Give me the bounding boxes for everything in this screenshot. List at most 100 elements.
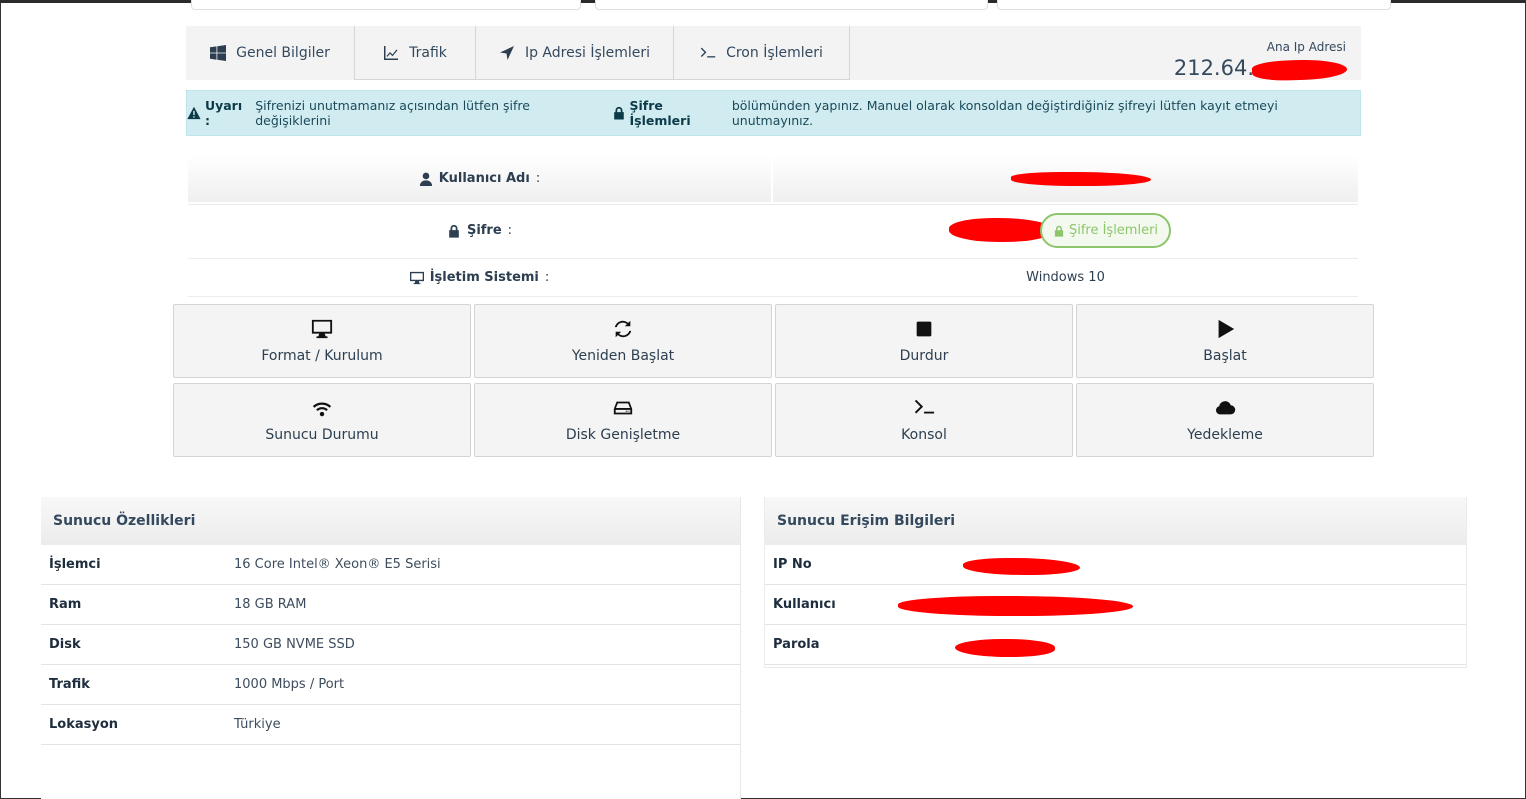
button-label: Format / Kurulum — [261, 348, 383, 364]
password-label: Şifre — [466, 223, 502, 238]
username-label: Kullanıcı Adı — [438, 171, 530, 186]
alert-link[interactable]: Şifre İşlemleri — [630, 98, 728, 128]
server-status-button[interactable]: Sunucu Durumu — [173, 383, 471, 457]
spec-row: Lokasyon Türkiye — [41, 705, 740, 745]
button-label: Yeniden Başlat — [571, 348, 675, 364]
terminal-icon — [700, 47, 716, 57]
colon: : — [544, 270, 550, 285]
top-card-stub — [191, 0, 581, 10]
spec-row: İşlemci 16 Core Intel® Xeon® E5 Serisi — [41, 545, 740, 585]
spec-row: Trafik 1000 Mbps / Port — [41, 665, 740, 705]
ip-value-text: 212.64. — [1173, 56, 1254, 80]
redaction-mark — [963, 558, 1080, 575]
password-row: Şifre : — [188, 204, 1358, 256]
alert-strong: Uyarı : — [204, 98, 243, 128]
stop-icon — [916, 321, 932, 337]
chart-line-icon — [384, 45, 399, 60]
spec-row: Disk 150 GB NVME SSD — [41, 625, 740, 665]
spec-key: Disk — [49, 637, 81, 652]
backup-button[interactable]: Yedekleme — [1076, 383, 1374, 457]
desktop-icon — [311, 319, 333, 339]
button-label: Disk Genişletme — [565, 427, 681, 443]
wifi-icon — [312, 402, 332, 417]
terminal-icon — [914, 399, 935, 414]
colon: : — [535, 171, 541, 186]
top-card-edges — [191, 0, 1391, 10]
access-row: IP No — [765, 545, 1466, 585]
os-label: İşletim Sistemi — [429, 270, 539, 285]
lock-icon — [613, 106, 624, 120]
redaction-mark — [955, 639, 1055, 657]
warning-icon — [187, 106, 201, 120]
colon: : — [507, 223, 513, 238]
spec-value: 16 Core Intel® Xeon® E5 Serisi — [234, 557, 441, 572]
button-label: Konsol — [901, 427, 947, 443]
format-install-button[interactable]: Format / Kurulum — [173, 304, 471, 378]
redaction-mark — [1251, 58, 1348, 82]
tab-label: Trafik — [409, 44, 447, 61]
os-row: İşletim Sistemi : Windows 10 — [188, 258, 1358, 297]
server-specs-panel: Sunucu Özellikleri İşlemci 16 Core Intel… — [41, 497, 741, 799]
tab-cron[interactable]: Cron İşlemleri — [674, 26, 850, 80]
username-row: Kullanıcı Adı : — [188, 155, 1358, 202]
access-row: Parola — [765, 625, 1466, 665]
tab-label: Genel Bilgiler — [236, 45, 330, 61]
disk-expansion-button[interactable]: Disk Genişletme — [474, 383, 772, 457]
os-value-cell: Windows 10 — [773, 259, 1358, 296]
access-key: Parola — [773, 637, 820, 652]
button-label: Yedekleme — [1187, 427, 1263, 443]
spec-key: Lokasyon — [49, 717, 119, 732]
spec-value: 18 GB RAM — [234, 597, 307, 612]
spec-key: Ram — [49, 597, 82, 612]
server-access-panel: Sunucu Erişim Bilgileri IP No Kullanıcı … — [764, 497, 1467, 668]
redaction-mark — [949, 218, 1054, 242]
tab-trafik[interactable]: Trafik — [355, 26, 476, 80]
tab-genel-bilgiler[interactable]: Genel Bilgiler — [186, 26, 355, 80]
redaction-mark — [898, 596, 1133, 616]
start-button[interactable]: Başlat — [1076, 304, 1374, 378]
spec-key: İşlemci — [49, 557, 101, 572]
windows-icon — [210, 45, 227, 61]
password-operations-button[interactable]: Şifre İşlemleri — [1040, 213, 1171, 248]
restart-button[interactable]: Yeniden Başlat — [474, 304, 772, 378]
top-card-stub — [595, 0, 988, 10]
button-label: Şifre İşlemleri — [1068, 223, 1159, 238]
button-label: Sunucu Durumu — [265, 427, 379, 443]
panel-title: Sunucu Özellikleri — [41, 497, 740, 545]
tab-label: Cron İşlemleri — [726, 44, 823, 61]
spec-row: Ram 18 GB RAM — [41, 585, 740, 625]
alert-text: Şifrenizi unutmamanız açısından lütfen ş… — [255, 98, 530, 128]
tab-bar: Genel Bilgiler Trafik Ip Adresi İşlemler… — [186, 26, 1361, 82]
password-label-cell: Şifre : — [188, 205, 773, 256]
ip-value: 212.64. — [1173, 56, 1348, 82]
button-label: Durdur — [899, 348, 949, 364]
warning-alert: Uyarı : Şifrenizi unutmamanız açısından … — [186, 90, 1361, 136]
panel-title: Sunucu Erişim Bilgileri — [765, 497, 1466, 545]
tab-ip-adresi[interactable]: Ip Adresi İşlemleri — [476, 26, 674, 80]
user-icon — [419, 172, 432, 186]
top-card-stub — [997, 0, 1391, 10]
spec-key: Trafik — [49, 677, 90, 692]
redaction-mark — [1011, 172, 1151, 186]
os-label-cell: İşletim Sistemi : — [188, 259, 773, 296]
hdd-icon — [613, 401, 633, 415]
tab-label: Ip Adresi İşlemleri — [524, 44, 651, 61]
alert-text: bölümünden yapınız. Manuel olarak konsol… — [731, 98, 1278, 128]
lock-icon — [1054, 225, 1064, 237]
stop-button[interactable]: Durdur — [775, 304, 1073, 378]
spec-value: 150 GB NVME SSD — [234, 637, 355, 652]
username-label-cell: Kullanıcı Adı : — [188, 155, 773, 202]
main-ip-box: Ana Ip Adresi 212.64. — [1173, 40, 1348, 82]
location-arrow-icon — [499, 45, 514, 60]
access-key: IP No — [773, 557, 812, 572]
console-button[interactable]: Konsol — [775, 383, 1073, 457]
ip-label: Ana Ip Adresi — [1266, 40, 1346, 54]
button-label: Başlat — [1203, 348, 1247, 364]
cloud-icon — [1215, 401, 1236, 415]
spec-value: Türkiye — [234, 717, 281, 732]
os-value: Windows 10 — [1026, 270, 1105, 285]
desktop-icon — [409, 271, 424, 284]
sync-icon — [614, 320, 632, 338]
spec-value: 1000 Mbps / Port — [234, 677, 345, 692]
play-icon — [1218, 319, 1235, 339]
